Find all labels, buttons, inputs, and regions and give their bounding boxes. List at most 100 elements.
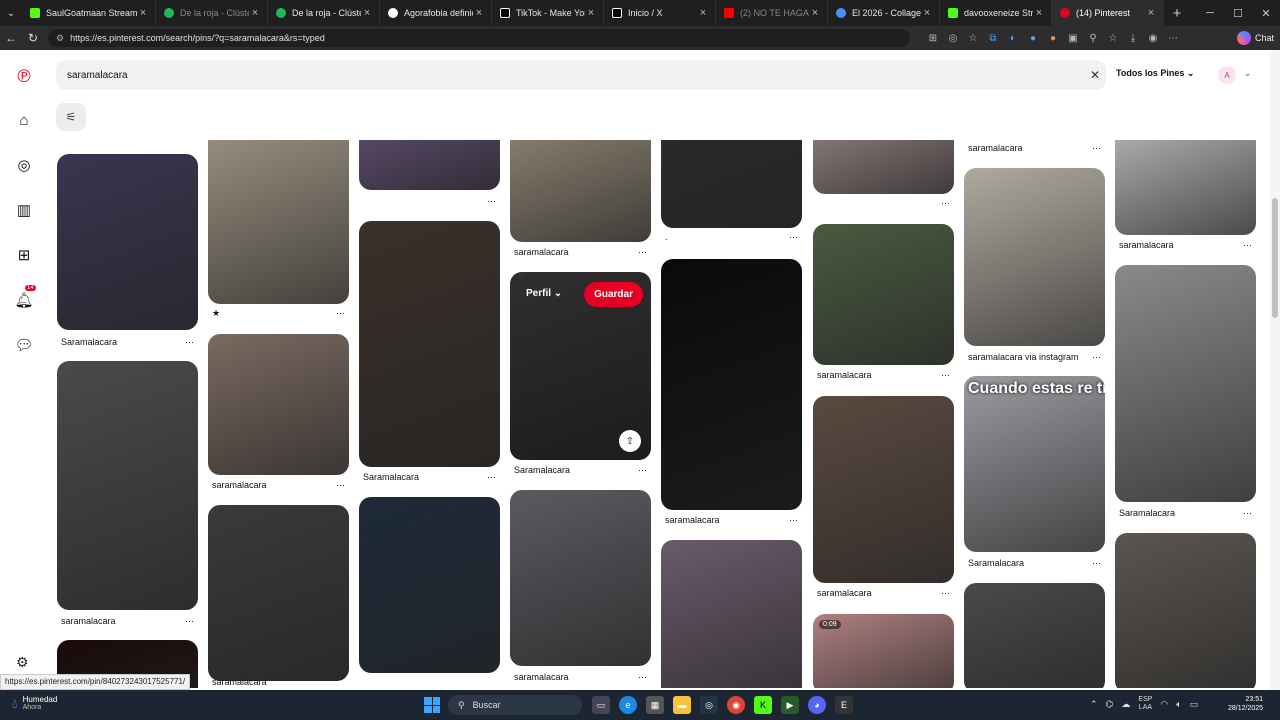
pin-image[interactable] [813,396,954,583]
minimize-icon[interactable]: ─ [1196,0,1224,26]
pin-caption[interactable]: saramalacara [817,370,872,380]
pin-more-icon[interactable]: ⋯ [1092,352,1101,363]
browser-tab[interactable]: davooxeneize Stream× [940,0,1052,26]
pin-more-icon[interactable]: ⋯ [1243,508,1252,519]
downloads-icon[interactable]: ⤓ [1126,29,1140,47]
tab-search-icon[interactable]: ⌄ [0,0,22,26]
pin-card[interactable]: ★ ⋯ [208,140,349,320]
extension-icon[interactable]: ● [1026,29,1040,47]
volume-icon[interactable]: 🔈︎ [1176,699,1181,710]
pin-more-icon[interactable]: ⋯ [336,480,345,491]
star-icon[interactable]: ☆ [966,29,980,47]
pin-caption[interactable]: Saramalacara [363,472,419,482]
pin-more-icon[interactable]: ⋯ [789,232,798,243]
pin-caption[interactable]: saramalacara [514,247,569,257]
pinterest-logo-icon[interactable]: ℗ [14,66,34,86]
pin-more-icon[interactable]: ⋯ [789,515,798,526]
pin-caption[interactable]: saramalacara [212,480,267,490]
pin-card[interactable]: Saramalacara ⋯ [1115,265,1256,520]
pin-caption[interactable]: saramalacara [61,616,116,626]
pin-more-icon[interactable]: ⋯ [1243,240,1252,251]
pin-image[interactable] [510,140,651,242]
pin-image[interactable] [964,168,1105,346]
pin-card[interactable]: saramalacara ⋯ [510,140,651,260]
pin-more-icon[interactable]: ⋯ [336,308,345,319]
pin-image[interactable] [813,224,954,365]
browser-tab[interactable]: Inicio / X × [604,0,716,26]
tab-close-icon[interactable]: × [809,7,821,19]
site-info-icon[interactable]: ⚙ [56,33,64,44]
pin-caption[interactable]: saramalacara via instagram [968,352,1079,362]
create-icon[interactable]: ⊞ [14,245,34,265]
pin-caption[interactable]: saramalacara [1119,240,1174,250]
pin-more-icon[interactable]: ⋯ [941,370,950,381]
pin-caption[interactable]: saramalacara [514,672,569,682]
extension-icon[interactable]: ⧉ [986,29,1000,47]
file-explorer-icon[interactable]: ▬ [673,696,691,714]
pin-card[interactable]: saramalacara [208,505,349,688]
pin-caption[interactable]: Saramalacara [514,465,570,475]
pin-more-icon[interactable]: ⋯ [941,198,950,209]
battery-icon[interactable]: ▭ [1190,699,1199,710]
browser-tab[interactable]: TikTok - Make Your Day× [492,0,604,26]
pin-image[interactable] [57,154,198,330]
tab-close-icon[interactable]: × [361,7,373,19]
pin-card[interactable]: saramalacara ⋯ [57,361,198,626]
pin-image[interactable]: 0:09 [813,614,954,688]
filters-button[interactable]: ⚟ [56,103,86,131]
pin-caption[interactable]: Saramalacara [61,337,117,347]
pin-image[interactable]: Perfil ⌄ Guardar ⇧ [510,272,651,460]
pin-more-icon[interactable]: ⋯ [638,465,647,476]
save-button[interactable]: Guardar [584,282,643,307]
pin-more-icon[interactable]: ⋯ [185,616,194,627]
pin-card[interactable]: 0:09 [813,614,954,688]
app-icon[interactable]: ▶ [781,696,799,714]
wifi-icon[interactable]: ◠ [1160,699,1168,710]
browser-tab[interactable]: Agorafobia definición× [380,0,492,26]
reload-icon[interactable]: ↻ [22,26,44,50]
account-chevron-down-icon[interactable]: ⌄ [1244,68,1252,79]
pin-more-icon[interactable]: ⋯ [1092,558,1101,569]
extensions-puzzle-icon[interactable]: ⚲ [1086,29,1100,47]
extension-icon[interactable]: ● [1046,29,1060,47]
pin-image[interactable] [964,583,1105,688]
profile-dropdown[interactable]: Perfil ⌄ [526,288,562,299]
pin-more-icon[interactable]: ⋯ [487,196,496,207]
pin-image[interactable] [359,497,500,673]
eye-off-icon[interactable]: ◎ [946,29,960,47]
pin-image[interactable]: Cuando estas re tranqui [964,376,1105,552]
pin-card[interactable] [964,583,1105,688]
browser-tab-active[interactable]: (14) Pinterest × [1052,0,1164,26]
pin-card[interactable]: Cuando estas re tranqui Saramalacara ⋯ [964,376,1105,574]
extension-icon[interactable]: ▣ [1066,29,1080,47]
tab-close-icon[interactable]: × [1033,7,1045,19]
edge-icon[interactable]: e [619,696,637,714]
network-icon[interactable]: ⌬ [1106,699,1114,710]
tab-close-icon[interactable]: × [137,7,149,19]
close-window-icon[interactable]: ✕ [1252,0,1280,26]
browser-tab[interactable]: (2) NO TE HAGA LA PA× [716,0,828,26]
home-icon[interactable]: ⌂ [14,110,34,130]
pin-caption[interactable]: Saramalacara [1119,508,1175,518]
pin-image[interactable] [359,140,500,190]
pin-more-icon[interactable]: ⋯ [185,337,194,348]
pin-image[interactable] [1115,140,1256,235]
pin-more-icon[interactable]: ⋯ [1092,143,1101,154]
pin-card[interactable]: ⋯ [813,140,954,210]
pin-caption[interactable]: saramalacara [817,588,872,598]
pin-card[interactable]: saramalacara ⋯ [661,259,802,527]
pin-card[interactable]: saramalacara ⋯ [813,396,954,602]
pin-more-icon[interactable]: ⋯ [638,672,647,683]
pin-card[interactable]: ⋯ [359,140,500,210]
pin-more-icon[interactable]: ⋯ [638,247,647,258]
pin-more-icon[interactable]: ⋯ [941,588,950,599]
pin-image[interactable] [661,140,802,228]
notifications-icon[interactable]: 🔔︎ 14 [14,285,36,310]
pin-image[interactable] [57,361,198,610]
pin-caption[interactable]: Saramalacara [968,558,1024,568]
pin-card[interactable]: saramalacara ⋯ [1115,140,1256,258]
pin-caption[interactable]: . [665,232,668,242]
favorites-icon[interactable]: ☆ [1106,29,1120,47]
install-icon[interactable]: ⊞ [926,29,940,47]
discord-icon[interactable]: ◕ [808,696,826,714]
